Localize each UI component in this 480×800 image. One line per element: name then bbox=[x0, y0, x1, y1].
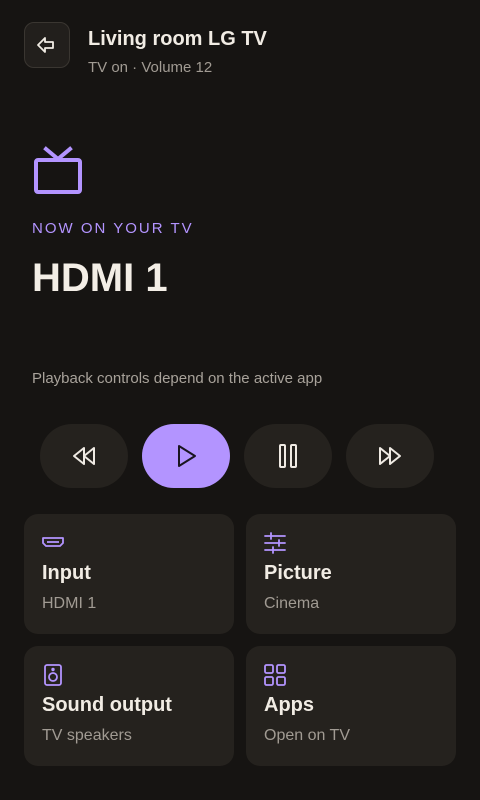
sliders-icon bbox=[264, 532, 286, 554]
pause-icon bbox=[279, 444, 297, 468]
picture-tile[interactable]: Picture Cinema bbox=[246, 514, 456, 634]
pause-button[interactable] bbox=[244, 424, 332, 488]
play-icon bbox=[178, 445, 196, 467]
rewind-icon bbox=[73, 447, 95, 465]
device-status: TV on · Volume 12 bbox=[88, 59, 213, 76]
header: Living room LG TV TV on · Volume 12 bbox=[24, 22, 456, 76]
current-source: HDMI 1 bbox=[32, 256, 168, 300]
hdmi-icon bbox=[42, 537, 64, 547]
speaker-icon bbox=[44, 664, 62, 686]
apps-tile[interactable]: Apps Open on TV bbox=[246, 646, 456, 766]
rewind-button[interactable] bbox=[40, 424, 128, 488]
sound-output-tile[interactable]: Sound output TV speakers bbox=[24, 646, 234, 766]
play-button[interactable] bbox=[142, 424, 230, 488]
fast-forward-icon bbox=[379, 447, 401, 465]
fast-forward-button[interactable] bbox=[346, 424, 434, 488]
tile-title: Sound output bbox=[42, 694, 172, 716]
tile-title: Apps bbox=[264, 694, 314, 716]
tile-value: Cinema bbox=[264, 595, 320, 612]
tile-value: HDMI 1 bbox=[42, 595, 97, 612]
tv-icon bbox=[34, 146, 82, 194]
input-tile[interactable]: Input HDMI 1 bbox=[24, 514, 234, 634]
playback-hint: Playback controls depend on the active a… bbox=[32, 370, 323, 387]
now-on-tv-label: NOW ON YOUR TV bbox=[32, 220, 194, 237]
apps-grid-icon bbox=[264, 664, 286, 686]
tile-title: Input bbox=[42, 562, 91, 584]
back-button[interactable] bbox=[24, 22, 70, 68]
tile-value: Open on TV bbox=[264, 727, 350, 744]
device-title: Living room LG TV bbox=[88, 28, 267, 50]
tile-value: TV speakers bbox=[42, 727, 132, 744]
back-arrow-icon bbox=[37, 37, 54, 53]
tile-title: Picture bbox=[264, 562, 332, 584]
